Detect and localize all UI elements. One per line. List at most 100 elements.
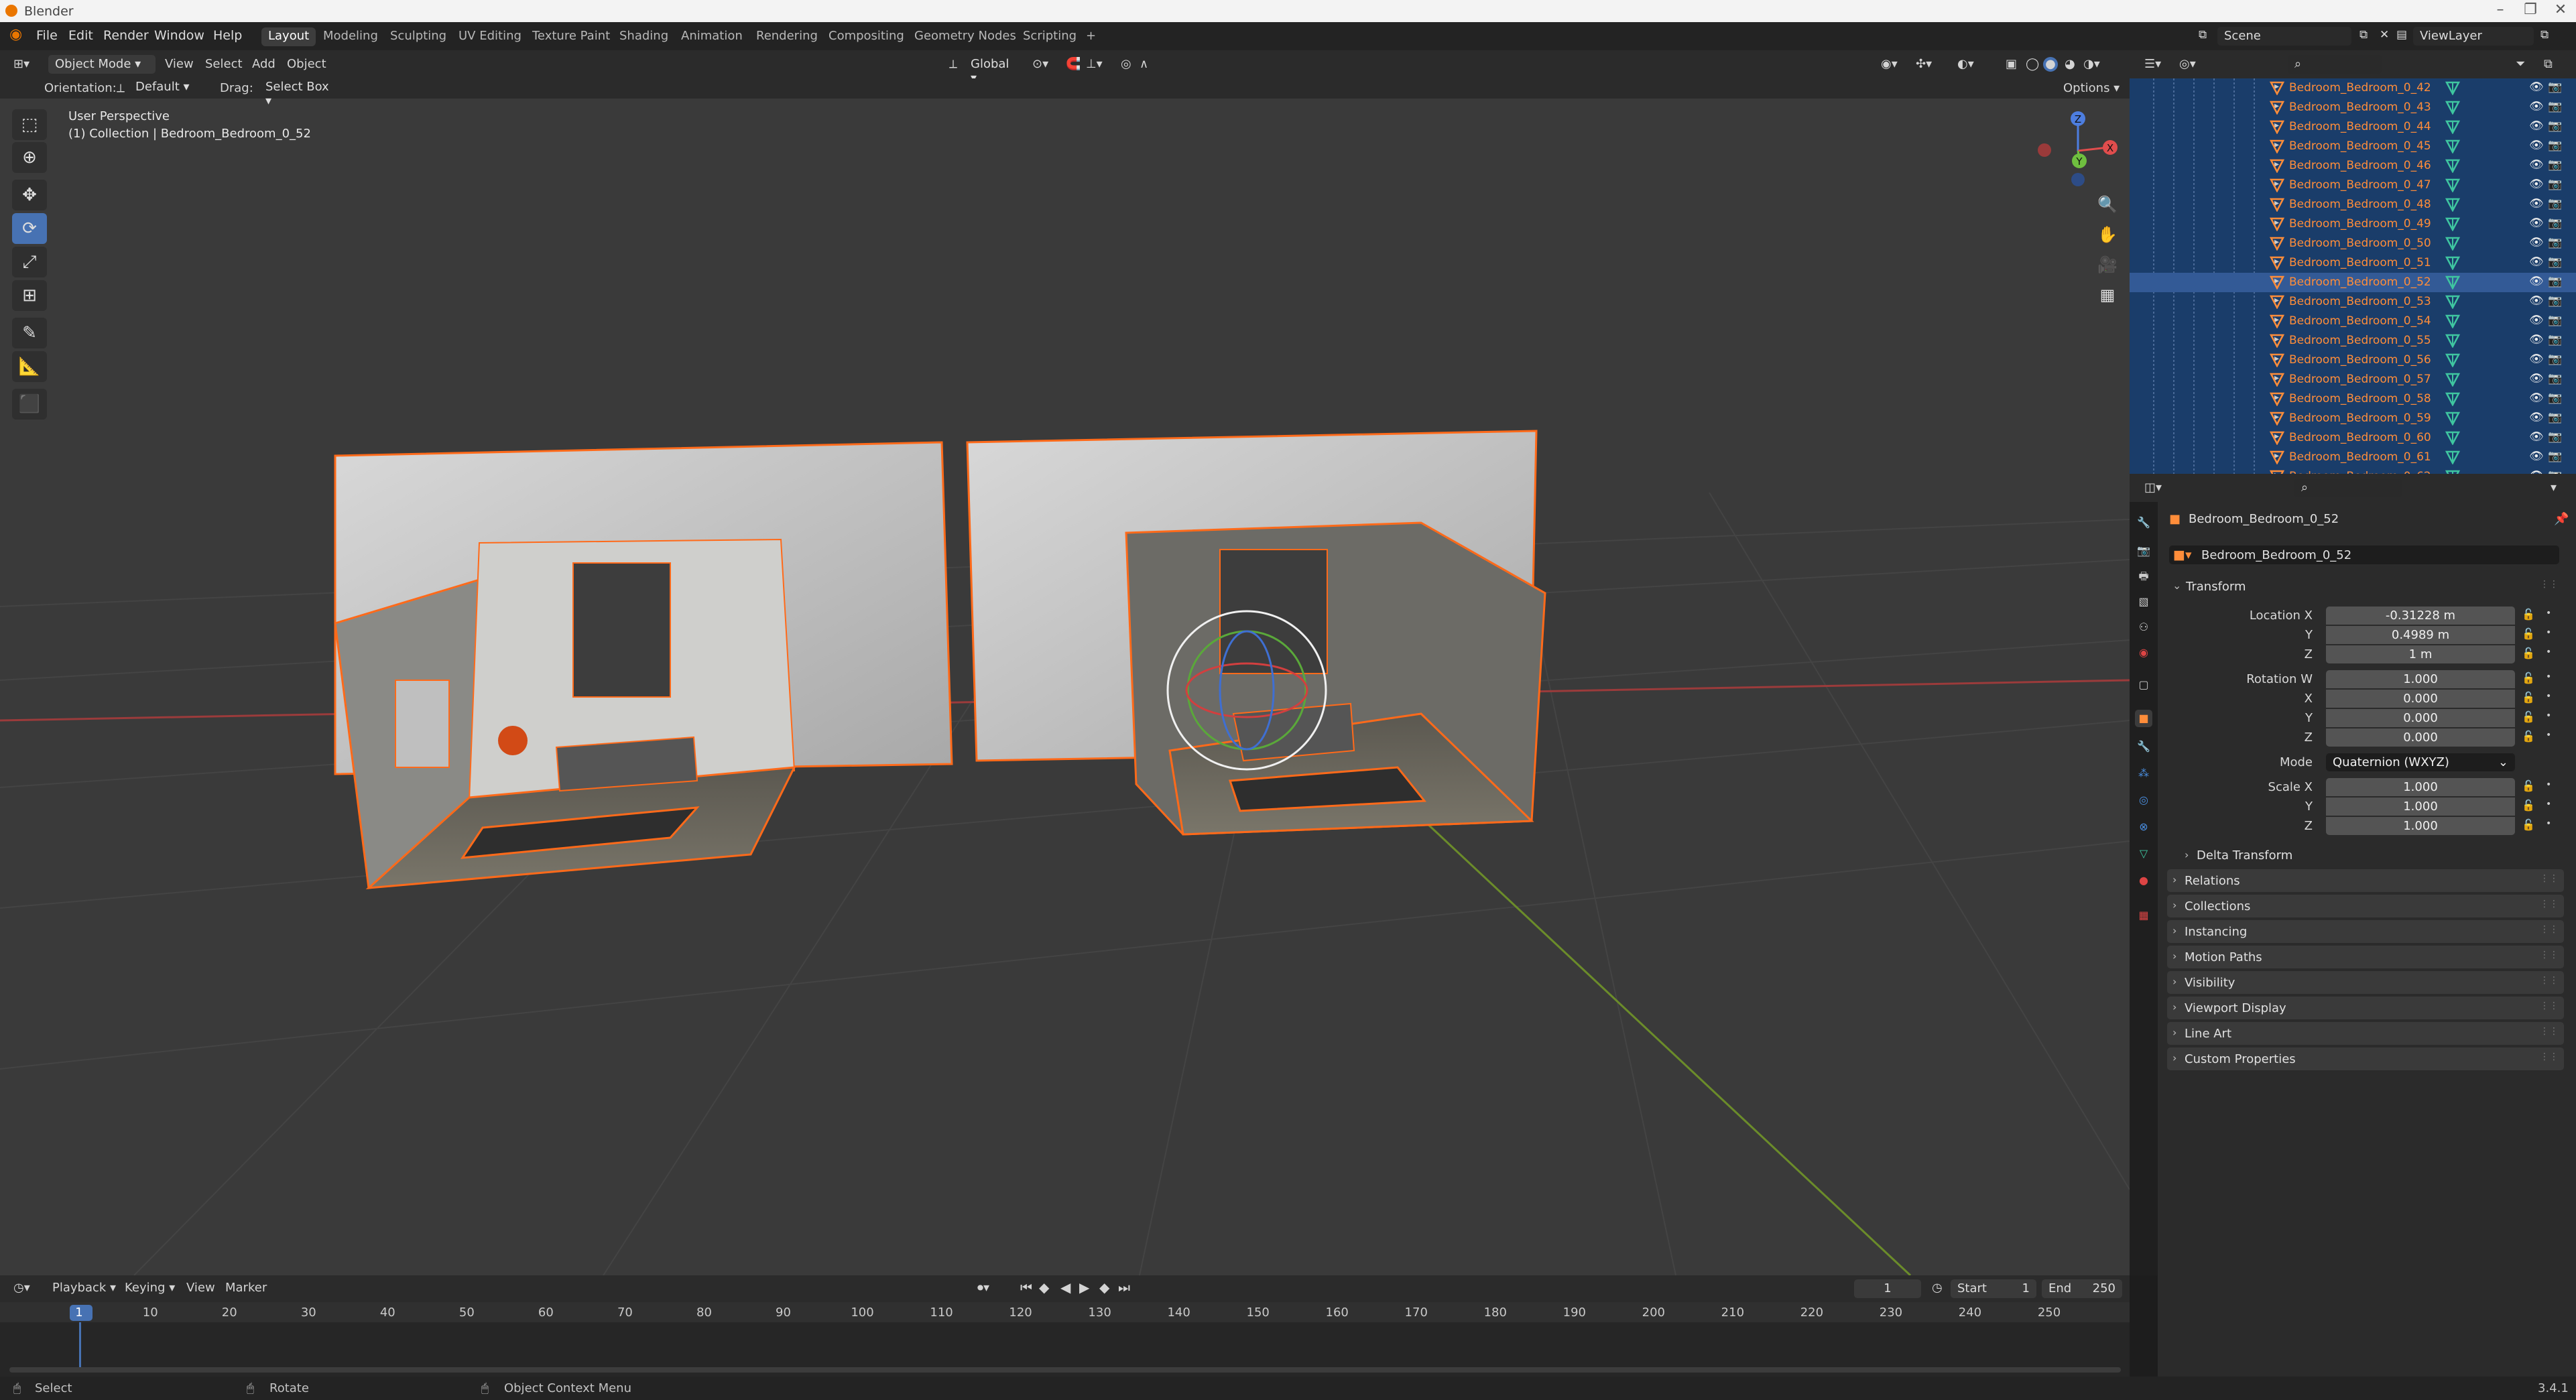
- pin-icon[interactable]: 📌: [2554, 512, 2569, 526]
- properties-panel-header[interactable]: › Collections ⋮⋮: [2167, 895, 2564, 917]
- lock-icon[interactable]: 🔓: [2522, 647, 2535, 659]
- drag-grip-icon[interactable]: ⋮⋮: [2540, 1026, 2559, 1037]
- world-tab-icon[interactable]: ◉: [2135, 644, 2152, 661]
- jump-start-icon[interactable]: ⏮: [1020, 1279, 1032, 1295]
- play-icon[interactable]: ▶: [1079, 1279, 1089, 1295]
- mesh-data-icon[interactable]: [2445, 333, 2461, 348]
- outliner-item[interactable]: ▸ Bedroom_Bedroom_0_50 👁 📷: [2130, 234, 2576, 253]
- drag-grip-icon[interactable]: ⋮⋮: [2540, 873, 2559, 884]
- measure-tool-icon[interactable]: 📐: [12, 351, 47, 382]
- properties-editor-icon[interactable]: ◫▾: [2144, 481, 2162, 495]
- add-cube-tool-icon[interactable]: ⬛: [12, 389, 47, 420]
- move-tool-icon[interactable]: ✥: [12, 180, 47, 210]
- rotation-y-field[interactable]: 0.000: [2326, 709, 2515, 727]
- render-camera-icon[interactable]: 📷: [2548, 139, 2562, 152]
- render-camera-icon[interactable]: 📷: [2548, 255, 2562, 269]
- transform-panel-header[interactable]: ⌄ Transform ⋮⋮: [2167, 575, 2564, 598]
- lock-icon[interactable]: 🔓: [2522, 672, 2535, 684]
- outliner-item[interactable]: ▸ Bedroom_Bedroom_0_53 👁 📷: [2130, 292, 2576, 312]
- render-camera-icon[interactable]: 📷: [2548, 314, 2562, 327]
- keyframe-dot-icon[interactable]: •: [2546, 672, 2551, 682]
- render-camera-icon[interactable]: 📷: [2548, 450, 2562, 463]
- rotation-z-field[interactable]: 0.000: [2326, 728, 2515, 747]
- drag-grip-icon[interactable]: ⋮⋮: [2540, 950, 2559, 960]
- falloff-icon[interactable]: ∧: [1140, 57, 1148, 71]
- properties-options-icon[interactable]: ▾: [2551, 481, 2557, 495]
- visibility-eye-icon[interactable]: 👁: [2529, 197, 2544, 210]
- render-camera-icon[interactable]: 📷: [2548, 216, 2562, 230]
- start-frame-field[interactable]: Start 1: [1951, 1279, 2036, 1298]
- next-keyframe-icon[interactable]: ◆: [1099, 1279, 1109, 1295]
- options-dropdown[interactable]: Options ▾: [2063, 81, 2120, 95]
- render-camera-icon[interactable]: 📷: [2548, 80, 2562, 94]
- lock-icon[interactable]: 🔓: [2522, 818, 2535, 831]
- mesh-data-icon[interactable]: [2445, 450, 2461, 464]
- annotate-tool-icon[interactable]: ✎: [12, 318, 47, 348]
- visibility-eye-icon[interactable]: 👁: [2529, 119, 2544, 133]
- outliner-item[interactable]: ▸ Bedroom_Bedroom_0_51 👁 📷: [2130, 253, 2576, 273]
- properties-panel-header[interactable]: › Motion Paths ⋮⋮: [2167, 946, 2564, 968]
- solid-shading-icon[interactable]: ●: [2043, 57, 2058, 72]
- mesh-data-icon[interactable]: [2445, 353, 2461, 367]
- mode-selector[interactable]: Object Mode ▾: [48, 55, 156, 74]
- menu-edit[interactable]: Edit: [68, 28, 93, 43]
- render-camera-icon[interactable]: 📷: [2548, 411, 2562, 424]
- keyframe-dot-icon[interactable]: •: [2546, 627, 2551, 638]
- close-icon[interactable]: ✕: [2540, 1, 2576, 18]
- object-name-field[interactable]: ■▾ Bedroom_Bedroom_0_52: [2169, 546, 2559, 564]
- outliner-item[interactable]: ▸ Bedroom_Bedroom_0_43 👁 📷: [2130, 98, 2576, 117]
- visibility-eye-icon[interactable]: 👁: [2529, 314, 2544, 327]
- mesh-data-icon[interactable]: [2445, 255, 2461, 270]
- render-camera-icon[interactable]: 📷: [2548, 430, 2562, 444]
- location-x-field[interactable]: -0.31228 m: [2326, 607, 2515, 625]
- properties-panel-header[interactable]: › Relations ⋮⋮: [2167, 869, 2564, 892]
- orientation-dropdown[interactable]: Default ▾: [129, 79, 209, 97]
- visibility-eye-icon[interactable]: 👁: [2529, 411, 2544, 424]
- viewlayer-selector[interactable]: ViewLayer: [2413, 27, 2534, 46]
- outliner-item[interactable]: ▸ Bedroom_Bedroom_0_46 👁 📷: [2130, 156, 2576, 176]
- cursor-tool-icon[interactable]: ⊕: [12, 142, 47, 173]
- outliner-item[interactable]: ▸ Bedroom_Bedroom_0_45 👁 📷: [2130, 137, 2576, 156]
- xray-toggle-icon[interactable]: ▣: [2006, 57, 2017, 71]
- scale-x-field[interactable]: 1.000: [2326, 778, 2515, 796]
- render-camera-icon[interactable]: 📷: [2548, 294, 2562, 308]
- render-camera-icon[interactable]: 📷: [2548, 391, 2562, 405]
- lock-icon[interactable]: 🔓: [2522, 799, 2535, 812]
- outliner-item[interactable]: ▸ Bedroom_Bedroom_0_48 👁 📷: [2130, 195, 2576, 214]
- visibility-eye-icon[interactable]: 👁: [2529, 236, 2544, 249]
- properties-panel-header[interactable]: › Instancing ⋮⋮: [2167, 920, 2564, 943]
- rendered-shading-icon[interactable]: ◑▾: [2083, 57, 2100, 71]
- visibility-eye-icon[interactable]: 👁: [2529, 372, 2544, 385]
- drag-grip-icon[interactable]: ⋮⋮: [2540, 579, 2559, 590]
- mesh-data-icon[interactable]: [2445, 411, 2461, 426]
- render-camera-icon[interactable]: 📷: [2548, 333, 2562, 346]
- new-viewlayer-icon[interactable]: ⧉: [2540, 28, 2549, 42]
- outliner-item[interactable]: ▸ Bedroom_Bedroom_0_61 👁 📷: [2130, 448, 2576, 467]
- timeline-editor-icon[interactable]: ◷▾: [13, 1281, 30, 1295]
- keyframe-dot-icon[interactable]: •: [2546, 691, 2551, 702]
- modifier-tab-icon[interactable]: 🔧: [2135, 738, 2152, 755]
- timeline-scrollbar[interactable]: [9, 1367, 2121, 1373]
- mesh-data-icon[interactable]: [2445, 469, 2461, 474]
- visibility-eye-icon[interactable]: 👁: [2529, 450, 2544, 463]
- scene-tab-icon[interactable]: ⚇: [2135, 619, 2152, 636]
- lock-icon[interactable]: 🔓: [2522, 730, 2535, 743]
- visibility-eye-icon[interactable]: 👁: [2529, 80, 2544, 94]
- outliner-item[interactable]: ▸ Bedroom_Bedroom_0_52 👁 📷: [2130, 273, 2576, 292]
- editor-type-icon[interactable]: ⊞▾: [13, 57, 29, 71]
- snap-target-icon[interactable]: ⊥▾: [1086, 57, 1103, 71]
- outliner-item[interactable]: ▸ Bedroom_Bedroom_0_60 👁 📷: [2130, 428, 2576, 448]
- rotate-tool-icon[interactable]: ⟳: [12, 213, 47, 244]
- menu-window[interactable]: Window: [154, 28, 204, 43]
- menu-view[interactable]: View: [165, 57, 194, 71]
- outliner-item[interactable]: ▸ Bedroom_Bedroom_0_56 👁 📷: [2130, 351, 2576, 370]
- keyframe-dot-icon[interactable]: •: [2546, 647, 2551, 657]
- lock-icon[interactable]: 🔓: [2522, 691, 2535, 704]
- new-collection-icon[interactable]: ⧉: [2544, 57, 2553, 71]
- physics-tab-icon[interactable]: ◎: [2135, 791, 2152, 809]
- object-tab-icon[interactable]: ■: [2135, 710, 2152, 727]
- render-camera-icon[interactable]: 📷: [2548, 158, 2562, 172]
- properties-panel-header[interactable]: › Visibility ⋮⋮: [2167, 971, 2564, 994]
- menu-object[interactable]: Object: [287, 57, 326, 71]
- mesh-data-icon[interactable]: [2445, 391, 2461, 406]
